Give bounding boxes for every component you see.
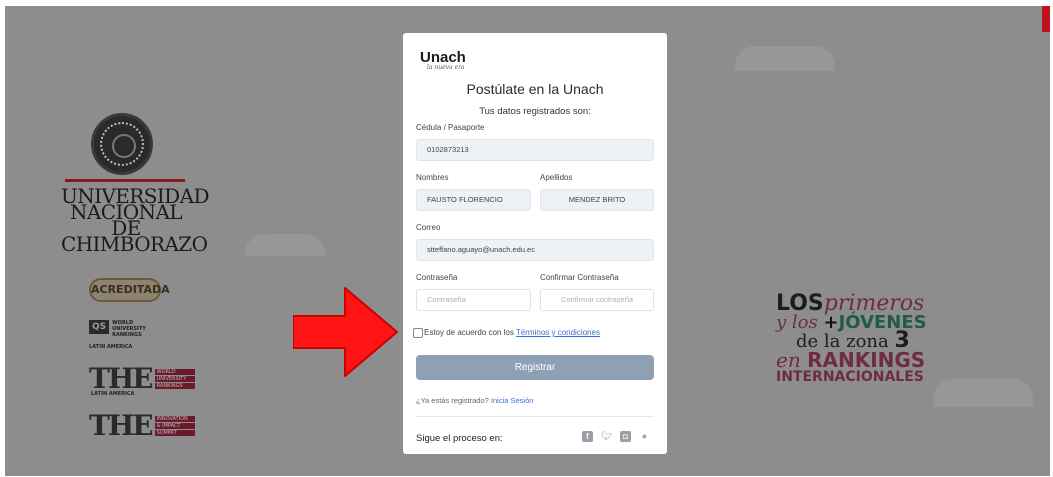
terms-link[interactable]: Términos y condiciones [516, 328, 600, 337]
the-line: & IMPACT [154, 423, 195, 429]
unach-logo-tagline: la nueva era [427, 64, 465, 71]
login-link[interactable]: Inicia Sesión [491, 396, 534, 405]
form-subtitle: Tus datos registrados son: [479, 106, 591, 117]
password-input[interactable]: Contraseña [416, 289, 531, 311]
login-prompt-text: ¿Ya estás registrado? [416, 396, 491, 405]
correo-label: Correo [416, 223, 441, 232]
nombres-label: Nombres [416, 173, 449, 182]
the-innovation-logo: THE INNOVATION & IMPACT SUMMIT [89, 409, 195, 442]
cloud-decoration [245, 234, 325, 256]
cedula-label: Cédula / Pasaporte [416, 123, 485, 132]
registration-form-card: Unach la nueva era Postúlate en la Unach… [403, 33, 667, 454]
page-background: UNIVERSIDAD NACIONAL DE CHIMBORAZO ACRED… [5, 6, 1050, 476]
accreditation-label: ACREDITADA [91, 283, 170, 296]
accreditation-badge: ACREDITADA [89, 278, 170, 302]
corner-accent [1042, 6, 1050, 32]
the-line: INNOVATION [154, 416, 195, 422]
cloud-decoration [735, 46, 835, 71]
rankings-slogan: LOSprimeros y los +JÓVENES de la zona 3 … [776, 293, 946, 386]
qs-badge: QS [89, 320, 110, 334]
confirm-password-input[interactable]: Confirmar contraseña [540, 289, 654, 311]
the-logo-text: THE [89, 409, 154, 442]
terms-text: Estoy de acuerdo con los [424, 328, 516, 337]
the-line: WORLD [154, 369, 195, 375]
the-line: UNIVERSITY [154, 376, 195, 382]
register-button[interactable]: Registrar [416, 355, 654, 380]
qs-text: WORLD UNIVERSITY RANKINGS [112, 320, 146, 338]
apellidos-label: Apellidos [540, 173, 573, 182]
web-icon[interactable]: ● [639, 431, 650, 442]
slogan-text: JÓVENES [838, 312, 927, 333]
password-label: Contraseña [416, 273, 458, 282]
instagram-icon[interactable]: ◘ [620, 431, 631, 442]
divider [65, 179, 185, 182]
twitter-icon[interactable]: 🐦︎ [601, 431, 612, 442]
form-title: Postúlate en la Unach [466, 81, 604, 97]
social-links: f 🐦︎ ◘ ● [582, 431, 650, 442]
facebook-icon[interactable]: f [582, 431, 593, 442]
the-region: LATIN AMERICA [91, 391, 135, 397]
the-ranking-logo: THE WORLD UNIVERSITY RANKINGS [89, 362, 195, 395]
login-prompt: ¿Ya estás registrado? Inicia Sesión [416, 396, 533, 405]
divider [416, 416, 654, 417]
email-field[interactable]: stteffano.aguayo@unach.edu.ec [416, 239, 654, 261]
cloud-decoration [933, 379, 1033, 407]
terms-agreement: Estoy de acuerdo con los Términos y cond… [424, 328, 600, 337]
arrow-right-icon [293, 287, 398, 377]
follow-label: Sigue el proceso en: [416, 433, 503, 444]
slogan-text: INTERNACIONALES [776, 369, 924, 385]
confirm-password-label: Confirmar Contraseña [540, 273, 619, 282]
university-name: UNIVERSIDAD NACIONAL DE CHIMBORAZO [61, 184, 209, 256]
terms-checkbox[interactable] [413, 328, 423, 338]
cedula-field[interactable]: 0102873213 [416, 139, 654, 161]
qs-region: LATIN AMERICA [89, 344, 133, 350]
university-seal-logo [91, 113, 153, 175]
slogan-text: + [823, 312, 839, 333]
the-line: SUMMIT [154, 430, 195, 436]
apellidos-field[interactable]: MENDEZ BRITO [540, 189, 654, 211]
slogan-text: y los [776, 312, 818, 333]
nombres-field[interactable]: FAUSTO FLORENCIO [416, 189, 531, 211]
qs-ranking-logo: QS WORLD UNIVERSITY RANKINGS [89, 320, 146, 338]
the-line: RANKINGS [154, 383, 195, 389]
the-logo-text: THE [89, 362, 154, 395]
